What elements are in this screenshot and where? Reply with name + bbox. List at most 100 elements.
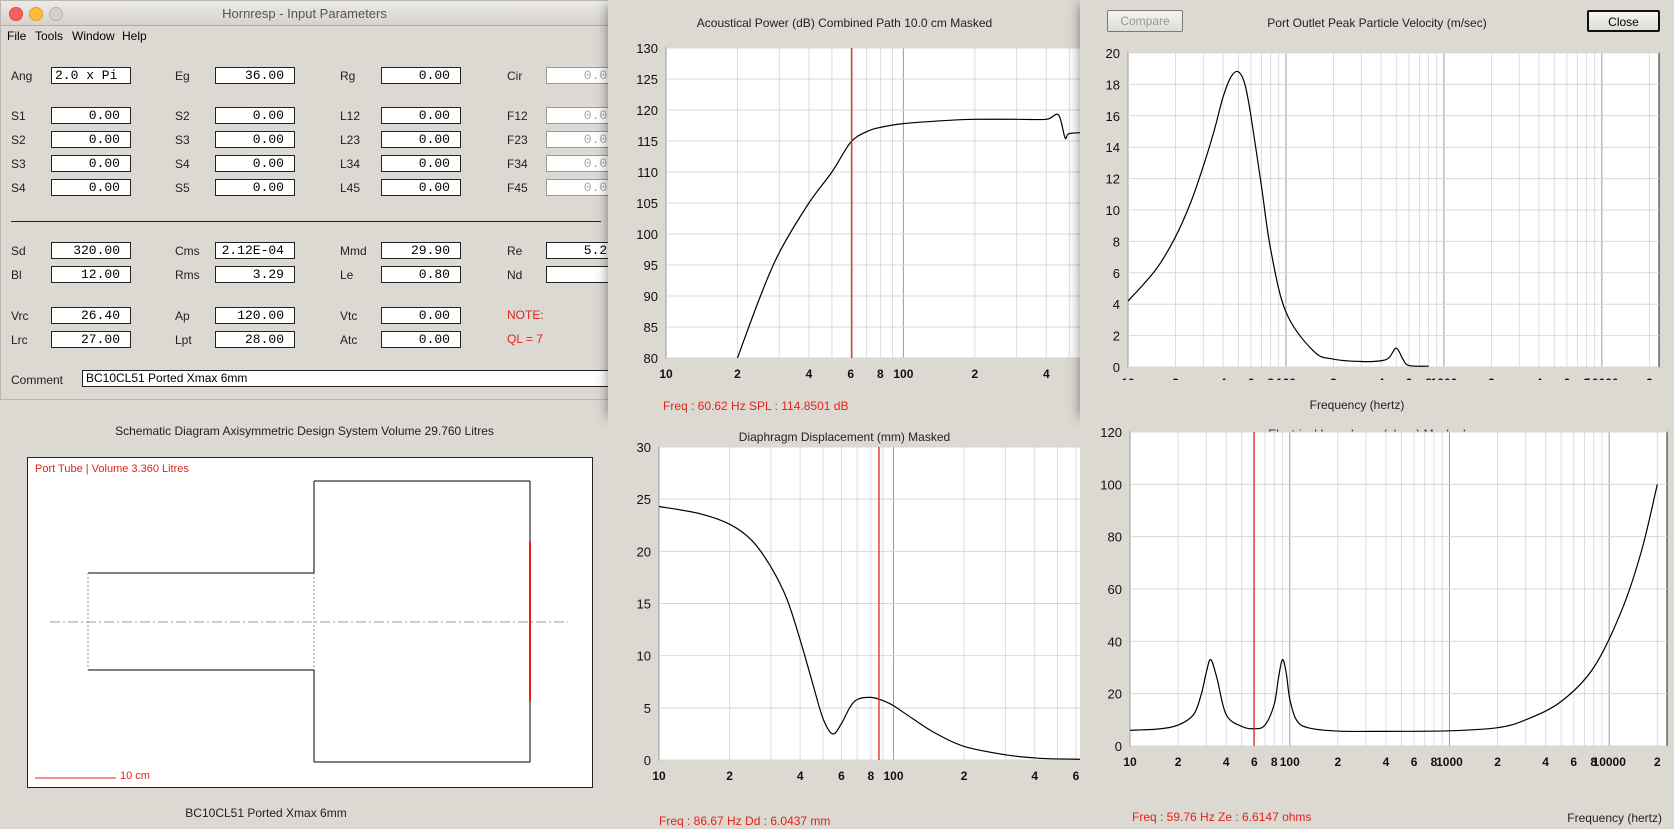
param-field-atc[interactable]: 0.00	[381, 331, 461, 348]
y-tick-label: 85	[644, 320, 658, 335]
menu-bar: File Tools Window Help	[1, 26, 608, 46]
param-label-s3: S3	[175, 133, 190, 147]
param-field-f23[interactable]: 0.00	[546, 131, 608, 148]
x-tick-label: 2	[734, 367, 741, 380]
param-field-mmd[interactable]: 29.90	[381, 242, 461, 259]
param-field-le[interactable]: 0.80	[381, 266, 461, 283]
param-field-cms[interactable]: 2.12E-04	[215, 242, 295, 259]
param-field-s1[interactable]: 0.00	[51, 107, 131, 124]
x-tick-label: 8	[1271, 755, 1278, 769]
param-label-vrc: Vrc	[11, 309, 29, 323]
param-field-l34[interactable]: 0.00	[381, 155, 461, 172]
param-field-l23[interactable]: 0.00	[381, 131, 461, 148]
param-field-lrc[interactable]: 27.00	[51, 331, 131, 348]
y-tick-label: 10	[637, 649, 651, 664]
x-tick-label: 6	[1248, 376, 1255, 380]
x-tick-label: 6	[1411, 755, 1418, 769]
impedance-status: Freq : 59.76 Hz Ze : 6.6147 ohms	[1132, 810, 1312, 824]
param-field-cir[interactable]: 0.00	[546, 67, 608, 84]
y-tick-label: 100	[636, 227, 658, 242]
param-field-f12[interactable]: 0.00	[546, 107, 608, 124]
y-tick-label: 25	[637, 492, 651, 507]
displacement-window: Diaphragm Displacement (mm) Masked 0 5 10 1…	[608, 413, 1081, 829]
param-field-vrc[interactable]: 26.40	[51, 307, 131, 324]
param-field-eg[interactable]: 36.00	[215, 67, 295, 84]
param-field-vtc[interactable]: 0.00	[381, 307, 461, 324]
comment-field[interactable]: BC10CL51 Ported Xmax 6mm	[82, 370, 608, 387]
x-tick-label: 6	[838, 769, 845, 783]
x-tick-label: 4	[1223, 755, 1230, 769]
param-field-re[interactable]: 5.20	[546, 242, 608, 259]
param-label-bl: Bl	[11, 268, 22, 282]
y-tick-label: 90	[644, 289, 658, 304]
param-field-bl[interactable]: 12.00	[51, 266, 131, 283]
x-tick-label: 6	[1251, 755, 1258, 769]
x-tick-label: 10	[659, 367, 673, 380]
y-tick-label: 14	[1106, 140, 1120, 155]
x-tick-label: 6	[1073, 769, 1080, 783]
param-label-cir: Cir	[507, 69, 523, 83]
schematic-title: Schematic Diagram Axisymmetric Design Sy…	[115, 424, 494, 438]
menu-window[interactable]: Window	[72, 29, 115, 43]
x-tick-label: 4	[1031, 769, 1038, 783]
param-field-ang[interactable]: 2.0 x Pi	[51, 67, 131, 84]
param-field-s2[interactable]: 0.00	[51, 131, 131, 148]
y-tick-label: 40	[1108, 634, 1122, 649]
note-label: NOTE:	[507, 308, 544, 322]
x-tick-label: 10	[652, 769, 666, 783]
schematic-window: Schematic Diagram Axisymmetric Design Sy…	[0, 400, 609, 829]
y-tick-label: 60	[1108, 582, 1122, 597]
param-field-s3[interactable]: 0.00	[215, 131, 295, 148]
x-tick-label: 4	[1536, 376, 1543, 380]
param-field-ap[interactable]: 120.00	[215, 307, 295, 324]
param-field-f45[interactable]: 0.00	[546, 179, 608, 196]
param-label-vtc: Vtc	[340, 309, 358, 323]
menu-file[interactable]: File	[7, 29, 26, 43]
x-tick-label: 2	[1172, 376, 1179, 380]
param-field-lpt[interactable]: 28.00	[215, 331, 295, 348]
y-tick-label: 4	[1113, 297, 1120, 312]
spl-window: Acoustical Power (dB) Combined Path 10.0…	[608, 0, 1081, 413]
menu-tools[interactable]: Tools	[35, 29, 63, 43]
param-field-rms[interactable]: 3.29	[215, 266, 295, 283]
x-tick-label: 10	[1123, 755, 1137, 769]
note-value: QL = 7	[507, 332, 543, 346]
param-field-sd[interactable]: 320.00	[51, 242, 131, 259]
param-label-l34: L34	[340, 157, 361, 171]
y-tick-label: 20	[1106, 46, 1120, 61]
scale-label: 10 cm	[120, 770, 150, 782]
x-tick-label: 100	[1276, 376, 1296, 380]
y-tick-label: 0	[1115, 739, 1122, 754]
x-tick-label: 8	[877, 367, 884, 380]
x-tick-label: 2	[1646, 376, 1653, 380]
param-field-s5[interactable]: 0.00	[215, 179, 295, 196]
param-field-l12[interactable]: 0.00	[381, 107, 461, 124]
param-label-l45: L45	[340, 181, 361, 195]
param-field-f34[interactable]: 0.00	[546, 155, 608, 172]
x-tick-label: 10000	[1585, 376, 1619, 380]
x-tick-label: 4	[1220, 376, 1227, 380]
param-field-s4[interactable]: 0.00	[215, 155, 295, 172]
x-tick-label: 2	[1330, 376, 1337, 380]
param-field-nd[interactable]: 1	[546, 266, 608, 283]
param-label-s2: S2	[175, 109, 190, 123]
x-tick-label: 2	[972, 367, 979, 380]
param-field-rg[interactable]: 0.00	[381, 67, 461, 84]
param-label-rms: Rms	[175, 268, 200, 282]
param-label-nd: Nd	[507, 268, 523, 282]
param-field-s2[interactable]: 0.00	[215, 107, 295, 124]
param-field-l45[interactable]: 0.00	[381, 179, 461, 196]
y-tick-label: 120	[1100, 425, 1122, 440]
param-label-atc: Atc	[340, 333, 358, 347]
param-label-le: Le	[340, 268, 354, 282]
param-label-sd: Sd	[11, 244, 26, 258]
velocity-xlabel: Frequency (hertz)	[1309, 398, 1405, 412]
y-tick-label: 80	[644, 351, 658, 366]
menu-help[interactable]: Help	[122, 29, 147, 43]
y-tick-label: 2	[1113, 329, 1120, 344]
param-field-s3[interactable]: 0.00	[51, 155, 131, 172]
param-label-s5: S5	[175, 181, 190, 195]
x-tick-label: 4	[1043, 367, 1050, 380]
y-tick-label: 100	[1100, 477, 1122, 492]
param-field-s4[interactable]: 0.00	[51, 179, 131, 196]
